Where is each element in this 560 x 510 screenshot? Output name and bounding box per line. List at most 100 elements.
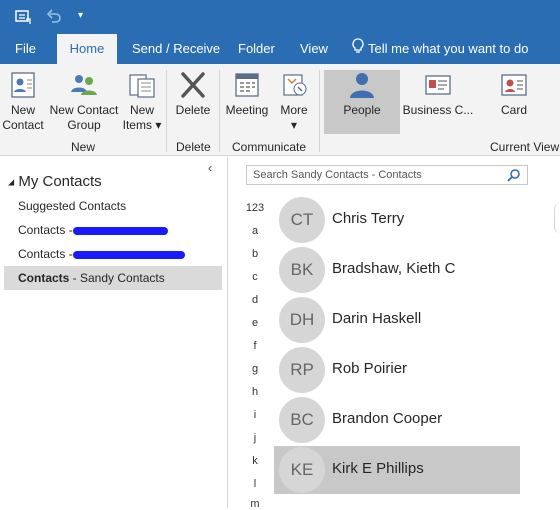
alpha-index-item[interactable]: e [246, 317, 264, 329]
more-button[interactable]: More ▾ [274, 70, 314, 133]
folder-sandy-contacts[interactable]: Contacts - Sandy Contacts [18, 271, 165, 285]
contact-name: Kirk E Phillips [332, 460, 424, 477]
group-label-communicate: Communicate [232, 140, 307, 154]
search-contacts-input[interactable]: Search Sandy Contacts - Contacts [246, 165, 528, 185]
people-view-button[interactable]: People [324, 70, 400, 118]
tab-home[interactable]: Home [57, 34, 117, 64]
search-placeholder: Search Sandy Contacts - Contacts [253, 169, 422, 181]
business-card-view-button[interactable]: Business C... [402, 70, 474, 118]
contact-row[interactable]: BK Bradshaw, Kieth C [274, 246, 520, 294]
undo-icon[interactable] [46, 8, 62, 27]
contact-row[interactable]: BC Brandon Cooper [274, 396, 520, 444]
new-items-label-1: New [129, 103, 154, 117]
redaction-mark [73, 227, 168, 235]
avatar: RP [279, 347, 325, 393]
card-label: Card [500, 103, 527, 117]
my-contacts-header[interactable]: ◢ My Contacts [8, 173, 102, 190]
more-communicate-icon [283, 74, 307, 96]
group-separator [319, 70, 320, 152]
alpha-index-item[interactable]: 123 [244, 202, 266, 214]
new-items-icon [129, 74, 155, 98]
avatar: BC [279, 397, 325, 443]
alpha-index-item[interactable]: m [246, 498, 264, 510]
contact-group-icon [71, 75, 97, 95]
expand-arrow-icon[interactable]: ◢ [8, 178, 14, 187]
contact-name: Chris Terry [332, 210, 405, 227]
contact-row-selected[interactable]: KE Kirk E Phillips [274, 446, 520, 494]
alpha-index-item[interactable]: k [246, 455, 264, 467]
tell-me-box[interactable]: Tell me what you want to do [352, 34, 528, 64]
business-card-label: Business C... [402, 103, 474, 117]
meeting-label: Meeting [225, 103, 269, 117]
contact-name: Rob Poirier [332, 360, 408, 377]
new-contact-button[interactable]: New Contact [2, 70, 44, 133]
alpha-index-item[interactable]: f [246, 340, 264, 352]
group-label-delete: Delete [176, 140, 211, 154]
folder-label: Contacts - [18, 247, 73, 261]
tab-file[interactable]: File [15, 34, 36, 64]
avatar: CT [279, 197, 325, 243]
more-label: More [280, 103, 308, 117]
ribbon-tabs: File Home Send / Receive Folder View Tel… [0, 34, 560, 64]
customize-qat-icon[interactable]: ▾ [78, 8, 83, 24]
new-contact-group-button[interactable]: New Contact Group [48, 70, 120, 133]
ribbon: New Contact New Contact Group New Items … [0, 64, 560, 156]
folder-label-bold: Contacts [18, 271, 70, 285]
contact-name: Brandon Cooper [332, 410, 443, 427]
alpha-index-item[interactable]: h [246, 386, 264, 398]
new-items-label-2: Items ▾ [122, 118, 162, 132]
group-separator [219, 70, 220, 152]
card-icon [501, 74, 527, 96]
alpha-index-item[interactable]: i [246, 409, 264, 421]
meeting-button[interactable]: Meeting [224, 70, 270, 118]
group-separator [166, 70, 167, 152]
folder-label: Suggested Contacts [18, 199, 127, 213]
avatar: DH [279, 297, 325, 343]
contact-name: Bradshaw, Kieth C [332, 260, 456, 277]
contact-name: Darin Haskell [332, 310, 422, 327]
tab-send-receive[interactable]: Send / Receive [132, 34, 220, 64]
new-items-button[interactable]: New Items ▾ [121, 70, 163, 133]
alpha-index-item[interactable]: b [246, 248, 264, 260]
avatar: KE [279, 447, 325, 493]
alpha-index-item[interactable]: d [246, 294, 264, 306]
business-card-icon [425, 75, 451, 95]
group-label-new: New [71, 140, 96, 154]
delete-button[interactable]: Delete [172, 70, 214, 118]
alpha-index-item[interactable]: j [246, 432, 264, 444]
redaction-mark [73, 251, 185, 259]
new-contact-icon [11, 72, 35, 98]
folder-suggested-contacts[interactable]: Suggested Contacts [18, 199, 126, 213]
collapse-pane-button[interactable]: ‹ [208, 161, 212, 175]
delete-x-icon [181, 72, 205, 98]
folder-label: Contacts - [18, 223, 73, 237]
alpha-index-item[interactable]: l [246, 478, 264, 490]
reading-pane-edge [540, 157, 560, 508]
tab-view[interactable]: View [300, 34, 328, 64]
avatar: BK [279, 247, 325, 293]
reading-pane-border [554, 203, 560, 233]
new-contact-label-1: New [10, 103, 35, 117]
alpha-index-item[interactable]: c [246, 271, 264, 283]
folder-contacts-2[interactable]: Contacts - [18, 247, 185, 261]
card-view-button[interactable]: Card [482, 70, 546, 118]
tab-folder[interactable]: Folder [238, 34, 275, 64]
new-contact-label-2: Contact [2, 118, 44, 132]
new-contact-group-label-1: New Contact [49, 103, 119, 117]
search-icon[interactable] [507, 168, 521, 182]
alpha-index-item[interactable]: a [246, 225, 264, 237]
tell-me-label: Tell me what you want to do [368, 41, 529, 56]
new-contact-group-label-2: Group [67, 118, 101, 132]
people-label: People [343, 103, 381, 117]
folder-contacts-1[interactable]: Contacts - [18, 223, 168, 237]
folder-pane: ‹ ◢ My Contacts Suggested Contacts Conta… [0, 157, 228, 508]
more-arrow: ▾ [290, 118, 298, 132]
send-receive-all-icon[interactable] [14, 8, 32, 29]
lightbulb-icon [352, 35, 364, 65]
contact-row[interactable]: RP Rob Poirier [274, 346, 520, 394]
contact-row[interactable]: DH Darin Haskell [274, 296, 520, 344]
alpha-index-item[interactable]: g [246, 363, 264, 375]
folder-label-suffix: - Sandy Contacts [69, 271, 165, 285]
calendar-icon [235, 73, 259, 97]
contact-row[interactable]: CT Chris Terry [274, 196, 520, 244]
